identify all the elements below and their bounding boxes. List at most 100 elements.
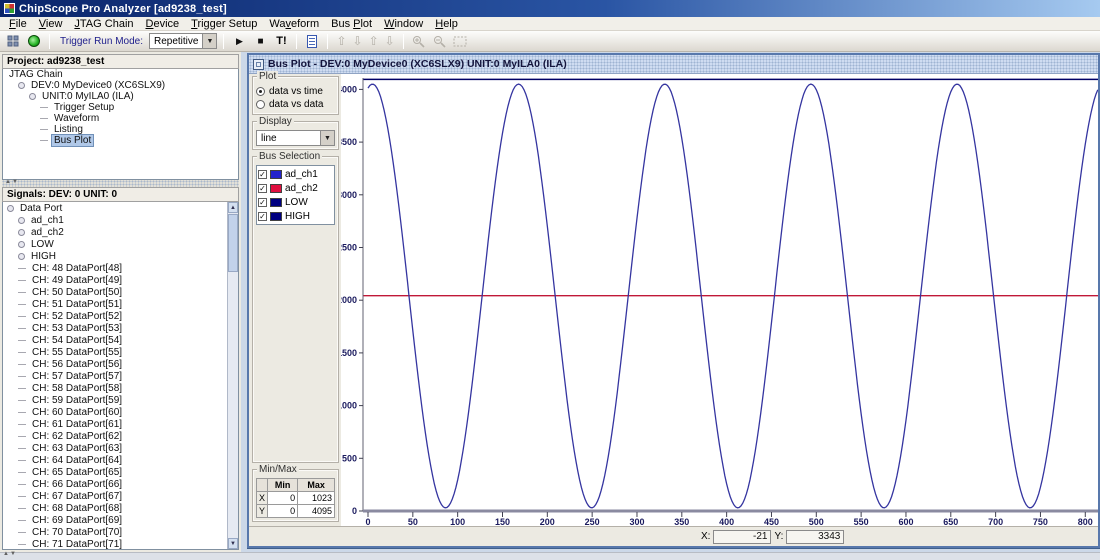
checkbox-icon[interactable]: ✓	[258, 211, 267, 221]
tree-item-bus-plot[interactable]: Bus Plot	[3, 134, 238, 147]
bus-list: ✓ ad_ch1 ✓ ad_ch2 ✓ LOW ✓ HIGH	[256, 165, 335, 225]
tree-item-ch-59-dataport-59[interactable]: CH: 59 DataPort[59]	[3, 394, 238, 406]
splitter-collapse-icons[interactable]: ▲▼	[5, 179, 19, 185]
cursor-y-field[interactable]: 3343	[786, 529, 845, 544]
menu-device[interactable]: Device	[140, 18, 186, 30]
tree-item-ch-55-dataport-55[interactable]: CH: 55 DataPort[55]	[3, 346, 238, 358]
tree-item-ch-50-dataport-50[interactable]: CH: 50 DataPort[50]	[3, 286, 238, 298]
tree-item-listing[interactable]: Listing	[3, 124, 238, 135]
cursor-x-field[interactable]: -21	[713, 529, 772, 544]
plot-controls: Plot data vs time data vs data Display li…	[249, 71, 341, 526]
stop-acquisition-button[interactable]: ■	[251, 33, 269, 50]
tree-item-ch-49-dataport-49[interactable]: CH: 49 DataPort[49]	[3, 274, 238, 286]
tree-item-label: CH: 69 DataPort[69]	[32, 514, 123, 526]
signals-scrollbar[interactable]: ▲ ▼	[227, 202, 238, 549]
trigger-immediate-button[interactable]: T!	[272, 33, 290, 50]
tree-handle-icon[interactable]	[7, 204, 14, 212]
tree-item-waveform[interactable]: Waveform	[3, 113, 238, 124]
bus-label: ad_ch2	[285, 182, 318, 194]
tree-item-ch-71-dataport-71[interactable]: CH: 71 DataPort[71]	[3, 538, 238, 549]
tree-item-unit-0-myila0-ila[interactable]: UNIT:0 MyILA0 (ILA)	[3, 91, 238, 102]
show-bus-plot-button[interactable]	[303, 33, 321, 50]
bus-row-high[interactable]: ✓ HIGH	[258, 209, 333, 223]
tree-leaf-connector	[18, 543, 26, 545]
tree-item-ad-ch1[interactable]: ad_ch1	[3, 214, 238, 226]
checkbox-icon[interactable]: ✓	[258, 197, 267, 207]
workarea: Project: ad9238_test JTAG Chain DEV:0 MyD…	[0, 52, 1100, 552]
scroll-down-icon[interactable]: ▼	[228, 538, 238, 549]
tree-item-ch-65-dataport-65[interactable]: CH: 65 DataPort[65]	[3, 466, 238, 478]
menu-waveform[interactable]: Waveform	[263, 18, 325, 30]
radio-icon[interactable]	[256, 100, 265, 109]
tree-item-label: ad_ch2	[31, 226, 64, 238]
tree-handle-icon[interactable]	[18, 240, 25, 248]
zoom-out-button[interactable]	[431, 33, 449, 50]
tree-item-ch-70-dataport-70[interactable]: CH: 70 DataPort[70]	[3, 526, 238, 538]
run-trigger-button[interactable]: ▶	[230, 33, 248, 50]
tree-item-ch-57-dataport-57[interactable]: CH: 57 DataPort[57]	[3, 370, 238, 382]
menu-bus-plot[interactable]: Bus Plot	[325, 18, 378, 30]
bus-row-ad-ch2[interactable]: ✓ ad_ch2	[258, 181, 333, 195]
tree-item-data-port[interactable]: Data Port	[3, 202, 238, 214]
tree-item-ch-51-dataport-51[interactable]: CH: 51 DataPort[51]	[3, 298, 238, 310]
tree-item-dev-0-mydevice0-xc6slx9[interactable]: DEV:0 MyDevice0 (XC6SLX9)	[3, 80, 238, 91]
tree-item-label: Listing	[54, 124, 83, 135]
bus-plot-chart[interactable]: 0 500 1000 1500 2000 2500 3000 3500 4000 0 50 100 15…	[341, 74, 1098, 526]
tree-item-ch-69-dataport-69[interactable]: CH: 69 DataPort[69]	[3, 514, 238, 526]
menu-window[interactable]: Window	[378, 18, 429, 30]
display-select[interactable]: line ▼	[256, 130, 335, 146]
radio-data-vs-time[interactable]: data vs time	[256, 85, 335, 98]
bus-row-low[interactable]: ✓ LOW	[258, 195, 333, 209]
checkbox-icon[interactable]: ✓	[258, 169, 267, 179]
tree-item-ch-61-dataport-61[interactable]: CH: 61 DataPort[61]	[3, 418, 238, 430]
tree-item-low[interactable]: LOW	[3, 238, 238, 250]
tree-item-label: CH: 70 DataPort[70]	[32, 526, 123, 538]
plot-area[interactable]: 0 500 1000 1500 2000 2500 3000 3500 4000 0 50 100 15…	[341, 74, 1098, 526]
checkbox-icon[interactable]: ✓	[258, 183, 267, 193]
tree-item-ad-ch2[interactable]: ad_ch2	[3, 226, 238, 238]
scrollbar-thumb[interactable]	[228, 214, 238, 272]
radio-icon[interactable]	[256, 87, 265, 96]
zoom-area-button[interactable]	[452, 33, 470, 50]
tree-item-ch-52-dataport-52[interactable]: CH: 52 DataPort[52]	[3, 310, 238, 322]
device-status-button[interactable]	[25, 33, 43, 50]
tree-item-jtag-chain[interactable]: JTAG Chain	[3, 69, 238, 80]
tree-item-ch-60-dataport-60[interactable]: CH: 60 DataPort[60]	[3, 406, 238, 418]
tree-handle-icon[interactable]	[18, 228, 25, 236]
tree-item-ch-54-dataport-54[interactable]: CH: 54 DataPort[54]	[3, 334, 238, 346]
tree-item-ch-56-dataport-56[interactable]: CH: 56 DataPort[56]	[3, 358, 238, 370]
tree-item-ch-63-dataport-63[interactable]: CH: 63 DataPort[63]	[3, 442, 238, 454]
tree-item-ch-64-dataport-64[interactable]: CH: 64 DataPort[64]	[3, 454, 238, 466]
tree-handle-icon[interactable]	[29, 93, 36, 100]
tree-item-ch-68-dataport-68[interactable]: CH: 68 DataPort[68]	[3, 502, 238, 514]
bus-plot-titlebar[interactable]: Bus Plot - DEV:0 MyDevice0 (XC6SLX9) UNI…	[249, 55, 1098, 74]
minmax-value: 0	[267, 491, 299, 505]
bus-row-ad-ch1[interactable]: ✓ ad_ch1	[258, 167, 333, 181]
tree-item-ch-66-dataport-66[interactable]: CH: 66 DataPort[66]	[3, 478, 238, 490]
tree-item-ch-53-dataport-53[interactable]: CH: 53 DataPort[53]	[3, 322, 238, 334]
radio-data-vs-data[interactable]: data vs data	[256, 98, 335, 111]
y-tick-label: 2500	[341, 243, 357, 253]
tree-handle-icon[interactable]	[18, 252, 25, 260]
scroll-up-icon[interactable]: ▲	[228, 202, 238, 213]
bottom-splitter[interactable]: ▲▼	[0, 551, 1100, 560]
menu-help[interactable]: Help	[429, 18, 464, 30]
menu-jtag-chain[interactable]: JTAG Chain	[68, 18, 139, 30]
tree-item-ch-48-dataport-48[interactable]: CH: 48 DataPort[48]	[3, 262, 238, 274]
tree-item-ch-67-dataport-67[interactable]: CH: 67 DataPort[67]	[3, 490, 238, 502]
splitter-collapse-icons[interactable]: ▲▼	[3, 551, 17, 557]
trigger-run-mode-select[interactable]: Repetitive ▼	[149, 33, 218, 49]
zoom-in-button[interactable]	[410, 33, 428, 50]
tree-item-high[interactable]: HIGH	[3, 250, 238, 262]
tree-handle-icon[interactable]	[18, 82, 25, 89]
panel-splitter[interactable]: ▲▼	[2, 179, 239, 187]
menu-view[interactable]: View	[33, 18, 69, 30]
tree-handle-icon[interactable]	[18, 216, 25, 224]
jtag-chain-button[interactable]	[4, 33, 22, 50]
menu-file[interactable]: File	[3, 18, 33, 30]
menu-trigger-setup[interactable]: Trigger Setup	[185, 18, 263, 30]
tree-leaf-connector	[40, 118, 48, 119]
tree-item-trigger-setup[interactable]: Trigger Setup	[3, 102, 238, 113]
tree-item-ch-62-dataport-62[interactable]: CH: 62 DataPort[62]	[3, 430, 238, 442]
tree-item-ch-58-dataport-58[interactable]: CH: 58 DataPort[58]	[3, 382, 238, 394]
